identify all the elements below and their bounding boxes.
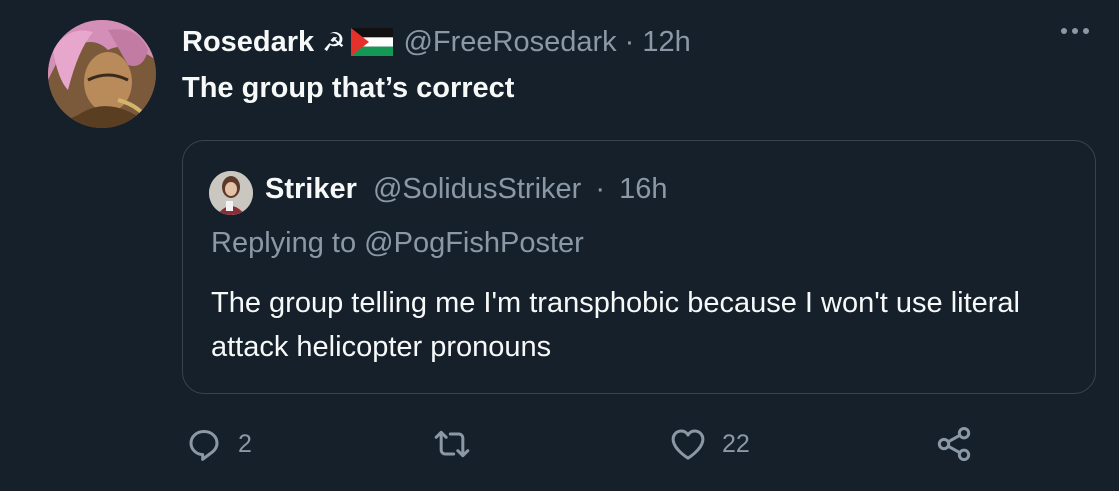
avatar-image-icon bbox=[48, 20, 156, 128]
palestine-flag-icon bbox=[351, 28, 394, 56]
like-icon bbox=[671, 429, 705, 460]
separator-dot: · bbox=[624, 25, 635, 58]
like-count: 22 bbox=[722, 429, 750, 458]
author-avatar[interactable] bbox=[48, 20, 156, 128]
reply-button[interactable]: 2 bbox=[184, 420, 252, 468]
quoted-tweet-text: The group telling me I'm transphobic bec… bbox=[211, 287, 1020, 363]
more-options-button[interactable] bbox=[1061, 28, 1089, 34]
share-button[interactable] bbox=[934, 420, 974, 468]
quoted-author-handle[interactable]: @SolidusStriker bbox=[373, 173, 581, 205]
hammer-sickle-emoji: ☭ bbox=[322, 26, 346, 57]
replying-to-line: Replying to @PogFishPoster bbox=[211, 227, 584, 260]
reply-count: 2 bbox=[238, 429, 252, 458]
reply-icon bbox=[189, 430, 219, 461]
quoted-separator-dot: · bbox=[595, 173, 606, 205]
more-horizontal-icon bbox=[1061, 28, 1067, 34]
reply-mention-link[interactable]: @PogFishPoster bbox=[364, 227, 584, 259]
tweet-card[interactable]: Rosedark ☭ @FreeRosedark · 12h The group… bbox=[0, 0, 1119, 491]
author-handle[interactable]: @FreeRosedark bbox=[403, 26, 616, 59]
tweet-actions: 2 22 bbox=[182, 420, 1096, 468]
quoted-timestamp[interactable]: 16h bbox=[619, 173, 667, 205]
like-button[interactable]: 22 bbox=[668, 420, 750, 468]
tweet-timestamp[interactable]: 12h bbox=[642, 26, 690, 59]
quoted-author-name[interactable]: Striker bbox=[265, 173, 357, 205]
quoted-tweet[interactable]: Striker @SolidusStriker · 16h Replying t… bbox=[182, 140, 1096, 394]
tweet-text: The group that’s correct bbox=[182, 72, 515, 104]
tweet-header: Rosedark ☭ @FreeRosedark · 12h bbox=[182, 22, 691, 62]
quoted-header: Striker @SolidusStriker · 16h bbox=[265, 173, 667, 206]
share-icon bbox=[937, 427, 971, 461]
retweet-button[interactable] bbox=[432, 420, 486, 468]
retweet-icon bbox=[434, 430, 470, 458]
quoted-avatar-image-icon bbox=[209, 171, 253, 215]
quoted-author-avatar[interactable] bbox=[209, 171, 253, 215]
replying-to-label: Replying to bbox=[211, 227, 357, 259]
author-name[interactable]: Rosedark bbox=[182, 26, 314, 59]
